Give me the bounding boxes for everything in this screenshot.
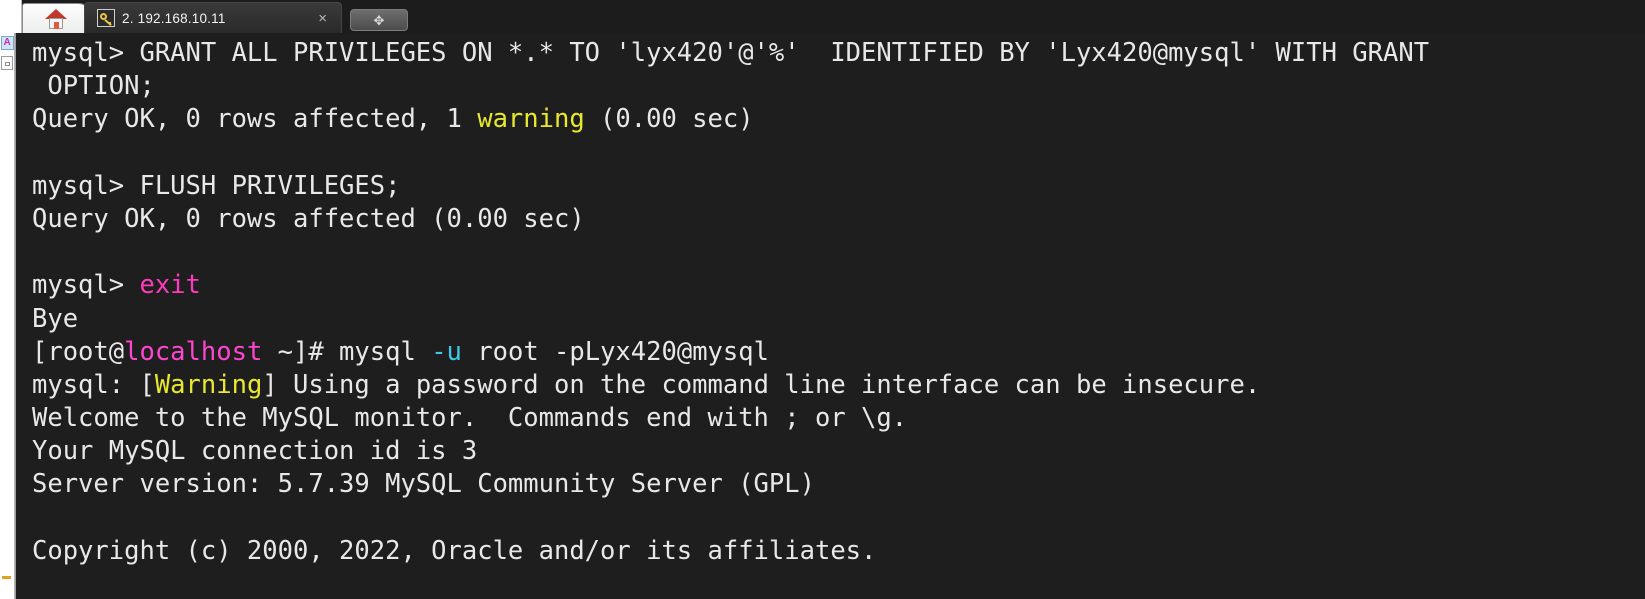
terminal-panel[interactable]: mysql> GRANT ALL PRIVILEGES ON *.* TO 'l… <box>15 33 1645 599</box>
terminal-text-segment: localhost <box>124 336 263 367</box>
terminal-text-segment: OPTION; <box>32 71 155 102</box>
terminal-text-segment: root -pLyx420@mysql <box>461 336 769 367</box>
terminal-text-segment: Copyright (c) 2000, 2022, Oracle and/or … <box>32 535 877 566</box>
line-connid: Your MySQL connection id is 3 <box>32 435 1645 468</box>
line-queryok-warning: Query OK, 0 rows affected, 1 warning (0.… <box>32 103 1645 136</box>
terminal-text-segment: Welcome to the MySQL monitor. Commands e… <box>32 403 908 434</box>
tab-session-192-168-10-11[interactable]: 2. 192.168.10.11 × <box>84 2 342 33</box>
terminal-text-segment: [root@ <box>32 336 125 367</box>
terminal-text-segment: Query OK, 0 rows affected (0.00 sec) <box>32 203 585 234</box>
tab-bar-left-gutter <box>0 0 22 33</box>
new-tab-button[interactable]: ✥ <box>350 9 408 31</box>
line-mysql-warning: mysql: [Warning] Using a password on the… <box>32 369 1645 402</box>
line-blank-1 <box>32 137 1645 170</box>
line-copyright: Copyright (c) 2000, 2022, Oracle and/or … <box>32 535 1645 568</box>
tab-bar: 2. 192.168.10.11 × ✥ <box>0 0 1645 33</box>
tab-session-label: 2. 192.168.10.11 <box>122 10 226 26</box>
line-grant-wrap: OPTION; <box>32 70 1645 103</box>
terminal-text-segment: mysql> FLUSH PRIVILEGES; <box>32 170 401 201</box>
line-bye: Bye <box>32 303 1645 336</box>
terminal-text-segment: mysql: [ <box>32 369 155 400</box>
new-tab-icon: ✥ <box>373 12 385 28</box>
terminal-text-segment: mysql> <box>32 270 140 301</box>
key-icon <box>97 9 115 27</box>
line-serverversion: Server version: 5.7.39 MySQL Community S… <box>32 468 1645 501</box>
terminal-application-window: 2. 192.168.10.11 × ✥ mysql> GRANT ALL PR… <box>0 0 1645 599</box>
tab-session-content: 2. 192.168.10.11 <box>97 9 226 27</box>
left-sidebar <box>0 33 15 599</box>
line-grant: mysql> GRANT ALL PRIVILEGES ON *.* TO 'l… <box>32 37 1645 70</box>
tab-home[interactable] <box>22 3 90 33</box>
session-manager-icon[interactable] <box>0 36 14 50</box>
terminal-text-segment: Bye <box>32 303 79 334</box>
line-flush: mysql> FLUSH PRIVILEGES; <box>32 170 1645 203</box>
terminal-text-segment: warning <box>477 104 585 135</box>
terminal-text-segment: Server version: 5.7.39 MySQL Community S… <box>32 469 815 500</box>
terminal-text-segment: ~]# mysql <box>262 336 432 367</box>
terminal-output[interactable]: mysql> GRANT ALL PRIVILEGES ON *.* TO 'l… <box>16 33 1645 599</box>
line-exit: mysql> exit <box>32 269 1645 302</box>
panel-icon[interactable] <box>1 56 13 70</box>
terminal-text-segment: -u <box>431 336 462 367</box>
line-queryok-flush: Query OK, 0 rows affected (0.00 sec) <box>32 203 1645 236</box>
terminal-text-segment: (0.00 sec) <box>584 104 754 135</box>
line-blank-3 <box>32 502 1645 535</box>
terminal-text-segment: ] Using a password on the command line i… <box>262 369 1261 400</box>
terminal-text-segment: Query OK, 0 rows affected, 1 <box>32 104 478 135</box>
line-shell-prompt: [root@localhost ~]# mysql -u root -pLyx4… <box>32 336 1645 369</box>
close-icon[interactable]: × <box>314 11 331 26</box>
terminal-text-segment: Your MySQL connection id is 3 <box>32 436 478 467</box>
sidebar-marker-icon <box>2 576 11 579</box>
window-body: mysql> GRANT ALL PRIVILEGES ON *.* TO 'l… <box>0 33 1645 599</box>
home-icon <box>45 8 67 29</box>
line-welcome: Welcome to the MySQL monitor. Commands e… <box>32 402 1645 435</box>
terminal-text-segment: exit <box>139 270 201 301</box>
line-blank-2 <box>32 236 1645 269</box>
terminal-text-segment: Warning <box>154 369 263 400</box>
terminal-text-segment: mysql> GRANT ALL PRIVILEGES ON *.* TO 'l… <box>32 38 1430 68</box>
